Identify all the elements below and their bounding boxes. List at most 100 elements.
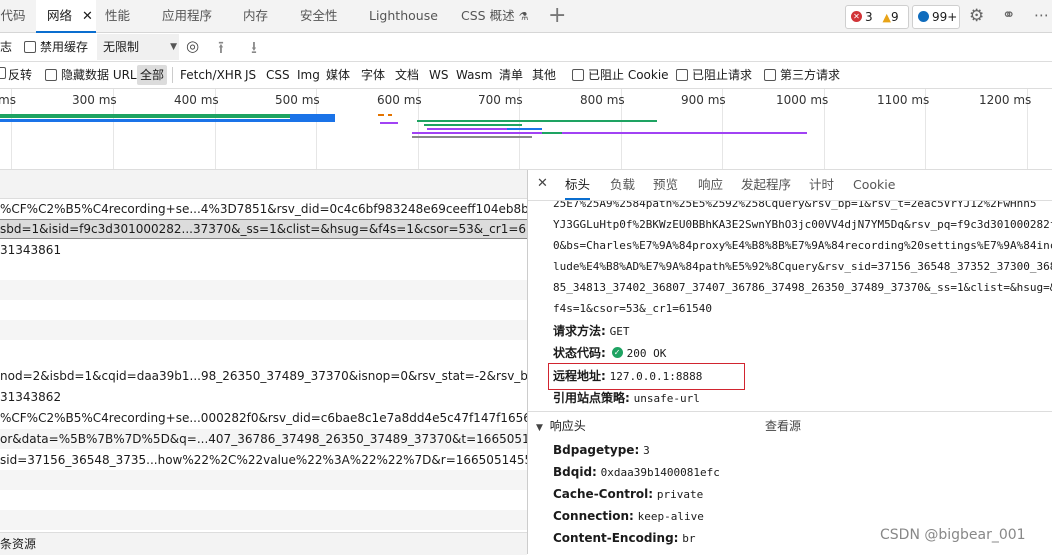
blocked-cookies-checkbox[interactable]: 已阻止 Cookie [572, 62, 669, 88]
filter-doc[interactable]: 文档 [395, 62, 419, 88]
request-row-selected[interactable]: sbd=1&isid=f9c3d301000282...37370&_ss=1&… [0, 219, 527, 239]
request-row[interactable] [0, 510, 527, 530]
network-conditions-icon[interactable]: ◎ [186, 37, 199, 55]
tab-response[interactable]: 响应 [698, 170, 723, 200]
filter-css[interactable]: CSS [266, 62, 290, 88]
blocked-requests-checkbox[interactable]: 已阻止请求 [676, 62, 752, 88]
tab-preview[interactable]: 预览 [653, 170, 678, 200]
request-url: %CF%C2%B5%C4recording+se...000282f0&rsv_… [0, 411, 527, 425]
request-row[interactable]: or&data=%5B%7B%7D%5D&q=...407_36786_3749… [0, 429, 527, 449]
url-line: 0&bs=Charles%E7%9A%84proxy%E4%B8%8B%E7%9… [553, 239, 1052, 252]
close-icon[interactable]: ✕ [537, 176, 548, 191]
url-line: lude%E4%B8%AD%E7%9A%84path%E5%92%8Cquery… [553, 260, 1052, 273]
disable-cache-checkbox[interactable]: 禁用缓存 [24, 34, 88, 60]
tab-payload[interactable]: 负载 [610, 170, 635, 200]
header-value: 0xdaa39b1400081efc [600, 466, 720, 479]
error-icon: ✕ [851, 11, 862, 22]
request-row[interactable] [0, 340, 527, 360]
status-bar: 条资源 [0, 532, 527, 555]
share-icon[interactable]: ⚭ [1002, 5, 1015, 24]
tab-lighthouse[interactable]: Lighthouse [369, 0, 438, 32]
header-value: keep-alive [637, 510, 704, 523]
filter-all[interactable]: 全部 [137, 65, 168, 85]
request-row[interactable] [0, 320, 527, 340]
view-source-link[interactable]: 查看源 [765, 417, 801, 434]
filter-other[interactable]: 其他 [532, 62, 556, 88]
details-tab-bar: ✕ 标头 负载 预览 响应 发起程序 计时 Cookie [528, 170, 1052, 201]
gear-icon[interactable]: ⚙ [969, 6, 984, 26]
timeline-label: 400 ms [174, 93, 219, 107]
tab-lighthouse-label: Lighthouse [369, 8, 438, 23]
throttling-select[interactable]: 无限制 ▼ [97, 34, 179, 60]
add-tab-icon[interactable]: + [548, 0, 566, 32]
message-count: 99+ [932, 10, 958, 24]
request-row[interactable] [0, 260, 527, 280]
messages-badge[interactable]: 99+ [912, 5, 960, 29]
filter-font[interactable]: 字体 [361, 62, 385, 88]
waterfall-bar [0, 119, 290, 122]
tab-application-label: 应用程序 [162, 8, 213, 23]
timeline-label: 1100 ms [877, 93, 930, 107]
request-url: or&data=%5B%7B%7D%5D&q=...407_36786_3749… [0, 432, 527, 446]
filter-media[interactable]: 媒体 [326, 62, 350, 88]
request-row[interactable] [0, 300, 527, 320]
request-method-value: GET [609, 325, 630, 338]
tab-cookies[interactable]: Cookie [853, 170, 895, 200]
warning-icon: ▲ [882, 11, 891, 24]
response-headers-section[interactable]: ▼ 响应头 [536, 417, 586, 434]
waterfall-bar [427, 128, 507, 130]
filter-js[interactable]: JS [245, 62, 256, 88]
timeline-label: ms [0, 93, 16, 107]
timeline-overview[interactable]: ms 300 ms 400 ms 500 ms 600 ms 700 ms 80… [0, 89, 1052, 170]
divider [172, 67, 173, 83]
request-details-panel: ✕ 标头 负载 预览 响应 发起程序 计时 Cookie 25E7%25A9%2… [528, 170, 1052, 554]
url-line: 25E7%25A9%2584path%25E5%2592%258Cquery&r… [553, 201, 1037, 210]
tab-memory[interactable]: 内存 [243, 0, 268, 32]
request-row[interactable]: sid=37156_36548_3735...how%22%2C%22value… [0, 450, 527, 470]
tab-headers[interactable]: 标头 [565, 170, 591, 200]
request-row[interactable]: nod=2&isbd=1&cqid=daa39b1...98_26350_374… [0, 366, 527, 386]
preserve-log-label: 志 [0, 40, 13, 54]
tab-application[interactable]: 应用程序 [162, 0, 212, 32]
close-icon[interactable]: ✕ [82, 9, 93, 24]
timeline-label: 800 ms [580, 93, 625, 107]
request-row[interactable] [0, 280, 527, 300]
request-row[interactable]: 31343862 [0, 387, 527, 407]
tab-initiator[interactable]: 发起程序 [741, 170, 791, 200]
filter-manifest[interactable]: 清单 [499, 62, 523, 88]
tab-performance[interactable]: 性能 [105, 0, 130, 32]
waterfall-bar [388, 114, 392, 116]
header-row: Cache-Control: private [553, 487, 703, 501]
request-row[interactable]: %CF%C2%B5%C4recording+se...4%3D7851&rsv_… [0, 199, 527, 219]
filter-ws[interactable]: WS [429, 62, 448, 88]
tab-sources[interactable]: 源代码 [0, 0, 36, 32]
filter-wasm[interactable]: Wasm [456, 62, 492, 88]
issues-badge[interactable]: ✕ 3 ▲9 [845, 5, 909, 29]
more-icon[interactable]: ⋯ [1034, 6, 1049, 24]
request-method: 请求方法: GET [553, 322, 630, 339]
tab-timing[interactable]: 计时 [809, 170, 834, 200]
tab-css-overview[interactable]: CSS 概述 ⚗ [461, 0, 528, 32]
request-row[interactable] [0, 470, 527, 490]
check-circle-icon: ✓ [611, 347, 623, 358]
disable-cache-label: 禁用缓存 [40, 40, 89, 54]
request-url: 31343861 [0, 243, 62, 257]
third-party-checkbox[interactable]: 第三方请求 [764, 62, 840, 88]
request-row[interactable] [0, 490, 527, 510]
request-row[interactable]: 31343861 [0, 240, 527, 260]
waterfall-bar [378, 114, 384, 116]
tab-network[interactable]: 网络 ✕ [36, 0, 96, 33]
export-har-icon[interactable]: ⭳ [251, 35, 257, 64]
flask-icon: ⚗ [518, 10, 529, 23]
filter-img[interactable]: Img [297, 62, 320, 88]
hide-data-urls-checkbox[interactable]: 隐藏数据 URL [45, 62, 137, 88]
request-row[interactable]: %CF%C2%B5%C4recording+se...000282f0&rsv_… [0, 408, 527, 428]
remote-address: 远程地址: 127.0.0.1:8888 [553, 367, 702, 384]
header-value: private [656, 488, 704, 501]
filter-fetch-xhr[interactable]: Fetch/XHR [180, 62, 242, 88]
checkbox-icon [45, 68, 57, 81]
url-line: f4s=1&csor=53&_cr1=61540 [553, 302, 712, 315]
import-har-icon[interactable]: ⭱ [218, 35, 224, 64]
invert-checkbox[interactable] [0, 67, 6, 79]
tab-security[interactable]: 安全性 [300, 0, 338, 32]
